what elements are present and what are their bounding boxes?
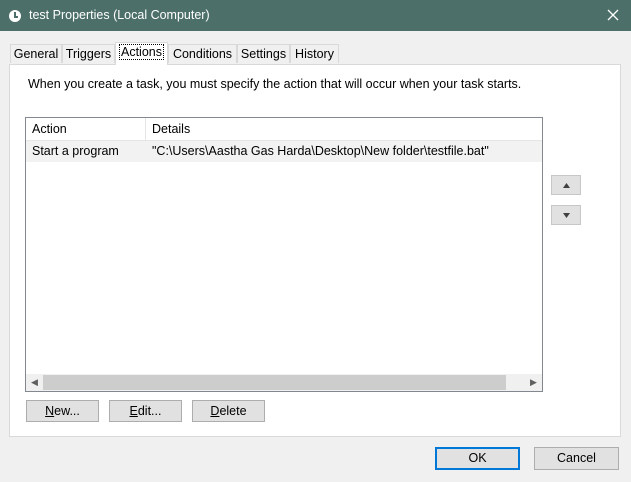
scroll-left-icon[interactable]: ◀ [26,374,43,391]
action-cell: Start a program [32,144,119,158]
ok-button[interactable]: OK [435,447,520,470]
move-up-button[interactable] [551,175,581,195]
triangle-down-icon [563,213,570,218]
close-icon [607,9,619,21]
triangle-up-icon [563,183,570,188]
delete-button[interactable]: Delete [192,400,265,422]
tab-settings[interactable]: Settings [237,44,290,63]
cancel-button[interactable]: Cancel [534,447,619,470]
list-header: Action Details [26,118,542,141]
close-button[interactable] [598,2,628,29]
table-row[interactable]: Start a program "C:\Users\Aastha Gas Har… [26,141,542,162]
window-title: test Properties (Local Computer) [29,8,210,22]
new-button[interactable]: New... [26,400,99,422]
tab-actions[interactable]: Actions [115,42,168,65]
column-header-action[interactable]: Action [26,118,146,140]
tab-conditions[interactable]: Conditions [168,44,237,63]
details-cell: "C:\Users\Aastha Gas Harda\Desktop\New f… [152,144,489,158]
clock-icon [9,10,21,22]
scroll-right-icon[interactable]: ▶ [525,374,542,391]
tab-general[interactable]: General [10,44,62,63]
actions-list[interactable]: Action Details Start a program "C:\Users… [25,117,543,392]
scrollbar-thumb[interactable] [43,375,506,390]
title-bar: test Properties (Local Computer) [0,0,631,31]
edit-button[interactable]: Edit... [109,400,182,422]
description-text: When you create a task, you must specify… [28,77,522,91]
column-header-details[interactable]: Details [146,118,542,140]
tab-triggers[interactable]: Triggers [62,44,115,63]
move-down-button[interactable] [551,205,581,225]
tab-history[interactable]: History [290,44,339,63]
horizontal-scrollbar[interactable]: ◀ ▶ [26,374,542,391]
